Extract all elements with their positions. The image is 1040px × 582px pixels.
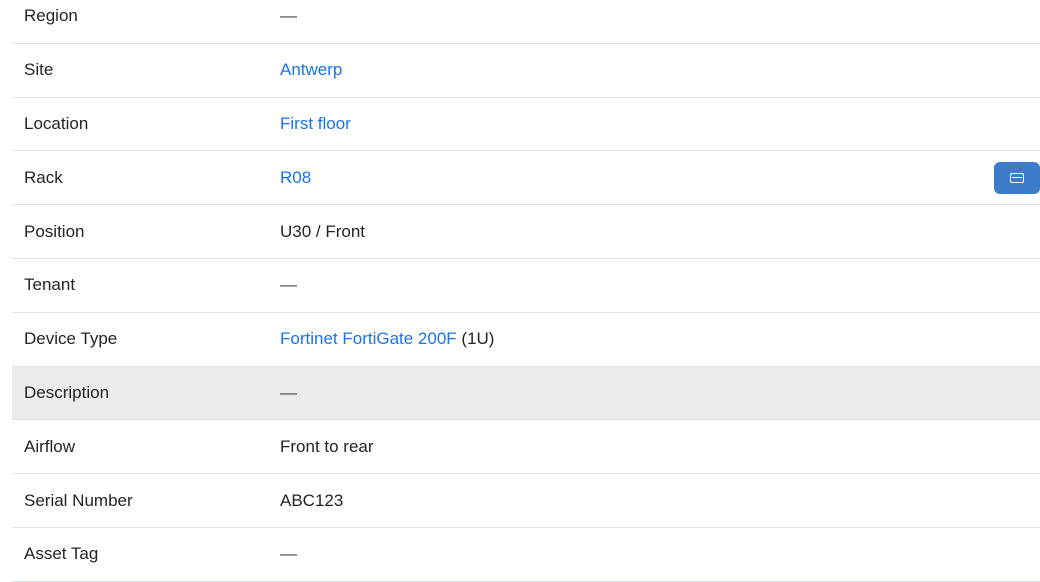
label-description: Description <box>24 382 110 402</box>
label-tenant: Tenant <box>24 275 76 295</box>
rack-link[interactable]: R08 <box>280 168 311 187</box>
device-attributes-table: Region — Site Antwerp Location First flo… <box>12 0 1040 582</box>
label-location: Location <box>24 113 89 133</box>
value-serial-number: ABC123 <box>280 490 344 510</box>
value-asset-tag: — <box>280 544 1040 564</box>
row-region: Region — <box>12 0 1040 44</box>
row-airflow: Airflow Front to rear <box>12 420 1040 475</box>
row-device-type: Device Type Fortinet FortiGate 200F (1U) <box>12 313 1040 367</box>
rack-elevation-button[interactable] <box>994 161 1040 194</box>
location-link[interactable]: First floor <box>280 114 351 133</box>
label-serial-number: Serial Number <box>24 490 133 510</box>
row-serial-number: Serial Number ABC123 <box>12 474 1040 528</box>
empty-value: — <box>280 275 297 295</box>
label-asset-tag: Asset Tag <box>24 544 99 564</box>
rack-elevation-icon <box>1010 172 1024 183</box>
row-tenant: Tenant — <box>12 259 1040 313</box>
value-device-type: Fortinet FortiGate 200F (1U) <box>280 329 1040 349</box>
label-region: Region <box>24 6 78 26</box>
device-type-link[interactable]: Fortinet FortiGate 200F <box>280 329 457 348</box>
value-region: — <box>280 6 1040 26</box>
label-device-type: Device Type <box>24 329 118 349</box>
value-description: — <box>280 383 1040 403</box>
row-description: Description — <box>12 366 1040 421</box>
label-site: Site <box>24 60 54 80</box>
value-location: First floor <box>280 114 1040 134</box>
empty-value: — <box>280 6 297 26</box>
value-position: U30 / Front <box>280 221 366 241</box>
label-rack: Rack <box>24 167 63 187</box>
label-airflow: Airflow <box>24 436 76 456</box>
label-position: Position <box>24 221 85 241</box>
value-tenant: — <box>280 275 1040 295</box>
row-location: Location First floor <box>12 98 1040 152</box>
value-airflow: Front to rear <box>280 436 374 456</box>
empty-value: — <box>280 382 297 402</box>
value-rack: R08 <box>280 168 1040 188</box>
device-type-height: (1U) <box>456 329 495 349</box>
row-position: Position U30 / Front <box>12 205 1040 259</box>
row-asset-tag: Asset Tag — <box>12 528 1040 582</box>
empty-value: — <box>280 544 297 564</box>
row-site: Site Antwerp <box>12 44 1040 98</box>
site-link[interactable]: Antwerp <box>280 60 342 79</box>
row-rack: Rack R08 <box>12 151 1040 206</box>
value-site: Antwerp <box>280 60 1040 80</box>
